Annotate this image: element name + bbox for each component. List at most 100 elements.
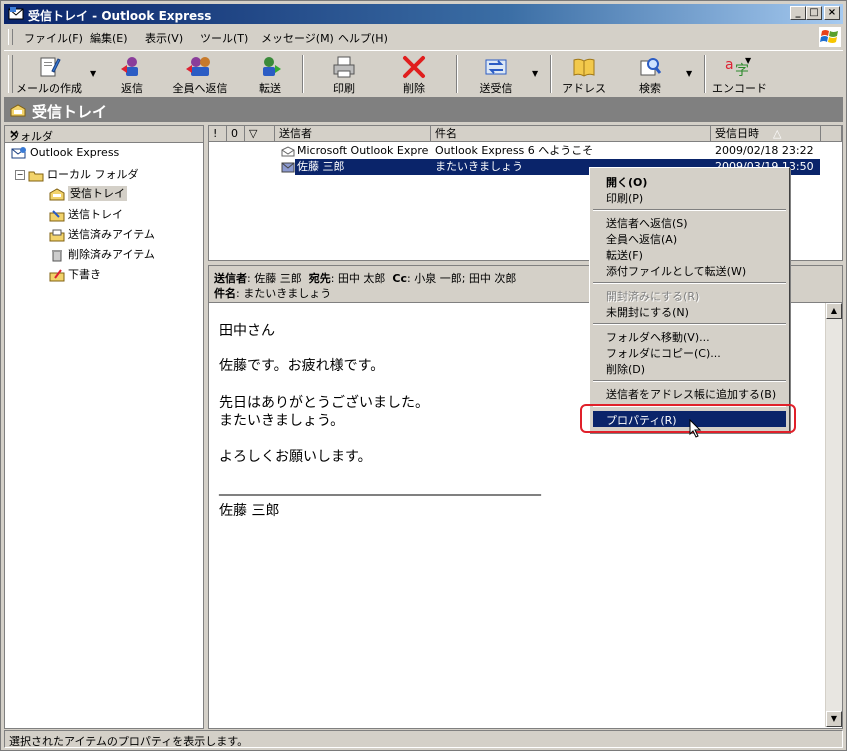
to-value: 田中 太郎 — [337, 272, 386, 285]
unread-envelope-icon — [281, 162, 295, 173]
ctx-separator — [593, 282, 786, 284]
compose-dropdown-icon[interactable]: ▼ — [90, 69, 96, 78]
reply-all-button[interactable]: 全員へ返信 — [168, 53, 232, 95]
status-text: 選択されたアイテムのプロパティを表示します。 — [9, 735, 249, 748]
encoding-button[interactable]: a 字 ▼ エンコード — [712, 53, 767, 95]
tree-label: 送信トレイ — [68, 208, 123, 221]
local-folders-icon — [28, 171, 44, 182]
ctx-mark-read[interactable]: 開封済みにする(R) — [606, 288, 699, 304]
column-from[interactable]: 送信者 — [275, 126, 431, 142]
print-button[interactable]: 印刷 — [324, 53, 364, 95]
folder-title: 受信トレイ — [32, 103, 108, 121]
forward-button[interactable]: 転送 — [250, 53, 290, 95]
row-received: 2009/02/18 23:22 — [715, 144, 814, 157]
cc-value: 小泉 一郎; 田中 次郎 — [414, 272, 517, 285]
tree-label: 削除済みアイテム — [68, 248, 155, 261]
column-attachment[interactable]: 0 — [227, 126, 245, 142]
outlook-express-icon — [11, 147, 26, 159]
body-signature-rule: ________________________________________… — [219, 480, 541, 496]
tree-outlook-express[interactable]: Outlook Express — [11, 146, 119, 160]
status-bar: 選択されたアイテムのプロパティを表示します。 — [4, 730, 843, 748]
encoding-label: エンコード — [712, 82, 767, 95]
table-row[interactable]: Microsoft Outlook Expre... Outlook Expre… — [209, 143, 842, 159]
subject-value: またいきましょう — [243, 287, 332, 300]
column-priority[interactable]: ! — [209, 126, 227, 142]
menu-file[interactable]: ファイル(F) — [24, 30, 83, 46]
find-dropdown-icon[interactable]: ▼ — [686, 69, 692, 78]
menu-message[interactable]: メッセージ(M) — [261, 30, 334, 46]
body-line: 佐藤 三郎 — [219, 503, 280, 519]
tree-inbox[interactable]: 受信トレイ — [49, 185, 127, 201]
menu-view[interactable]: 表示(V) — [145, 30, 183, 46]
from-value: 佐藤 三郎 — [254, 272, 302, 285]
menu-grip[interactable] — [8, 29, 13, 45]
scroll-up-icon[interactable]: ▲ — [826, 303, 842, 319]
ctx-reply-sender[interactable]: 送信者へ返信(S) — [606, 215, 688, 231]
tree-deleted-items[interactable]: 削除済みアイテム — [49, 246, 155, 262]
context-menu: 開く(O) 印刷(P) 送信者へ返信(S) 全員へ返信(A) 転送(F) 添付フ… — [589, 167, 790, 433]
row-from: Microsoft Outlook Expre... — [297, 144, 429, 157]
column-flag[interactable]: ▽ — [245, 126, 275, 142]
cc-label: Cc — [392, 272, 407, 285]
tree-local-folders[interactable]: − ローカル フォルダ — [15, 166, 139, 182]
address-book-icon — [573, 58, 595, 77]
menu-tools[interactable]: ツール(T) — [200, 30, 248, 46]
reply-button[interactable]: 返信 — [112, 53, 152, 95]
tree-sent-items[interactable]: 送信済みアイテム — [49, 226, 155, 242]
print-label: 印刷 — [333, 82, 355, 95]
column-received[interactable]: 受信日時 △ — [711, 126, 821, 142]
toolbar-grip[interactable] — [8, 55, 13, 93]
window-title: 受信トレイ - Outlook Express — [28, 9, 212, 23]
row-subject: Outlook Express 6 へようこそ — [435, 144, 594, 157]
send-receive-label: 送受信 — [479, 82, 513, 95]
body-line: 佐藤です。お疲れ様です。 — [219, 358, 385, 374]
body-line: 田中さん — [219, 323, 275, 339]
scroll-down-icon[interactable]: ▼ — [826, 711, 842, 727]
row-from: 佐藤 三郎 — [297, 160, 345, 173]
ctx-delete[interactable]: 削除(D) — [606, 361, 645, 377]
mouse-cursor-icon — [689, 419, 702, 438]
ctx-separator — [593, 380, 786, 382]
title-bar[interactable]: 受信トレイ - Outlook Express _ □ × — [4, 4, 843, 24]
inbox-folder-icon — [49, 188, 65, 201]
column-subject[interactable]: 件名 — [431, 126, 711, 142]
toolbar-separator — [550, 55, 552, 93]
delete-label: 削除 — [403, 82, 425, 95]
from-label: 送信者 — [214, 272, 247, 285]
toolbar-separator — [704, 55, 706, 93]
send-receive-button[interactable]: 送受信 — [468, 53, 524, 95]
ctx-copy-to-folder[interactable]: フォルダにコピー(C)... — [606, 345, 721, 361]
folder-pane: フォルダ × Outlook Express − ローカル フォルダ 受信トレイ … — [4, 125, 204, 729]
menu-edit[interactable]: 編集(E) — [90, 30, 128, 46]
folder-pane-close-icon[interactable]: × — [9, 127, 197, 141]
tree-label: 下書き — [68, 268, 101, 281]
ctx-add-sender[interactable]: 送信者をアドレス帳に追加する(B) — [606, 386, 776, 402]
ctx-print[interactable]: 印刷(P) — [606, 190, 643, 206]
column-received-label: 受信日時 — [715, 127, 759, 140]
preview-scrollbar[interactable]: ▲ ▼ — [825, 303, 842, 727]
ctx-move-to-folder[interactable]: フォルダへ移動(V)... — [606, 329, 710, 345]
tree-drafts[interactable]: 下書き — [49, 266, 101, 282]
close-button[interactable]: × — [824, 6, 840, 20]
menu-help[interactable]: ヘルプ(H) — [338, 30, 388, 46]
send-receive-dropdown-icon[interactable]: ▼ — [532, 69, 538, 78]
addresses-button[interactable]: アドレス — [560, 53, 608, 95]
ctx-forward-attachment[interactable]: 添付ファイルとして転送(W) — [606, 263, 746, 279]
maximize-button[interactable]: □ — [806, 6, 822, 20]
collapse-minus-icon[interactable]: − — [15, 170, 25, 180]
tree-outbox[interactable]: 送信トレイ — [49, 206, 123, 222]
delete-button[interactable]: 削除 — [394, 53, 434, 95]
ctx-mark-unread[interactable]: 未開封にする(N) — [606, 304, 689, 320]
folder-title-bar: 受信トレイ — [4, 98, 843, 122]
sent-items-folder-icon — [49, 229, 65, 242]
ctx-reply-all[interactable]: 全員へ返信(A) — [606, 231, 677, 247]
compose-label: メールの作成 — [16, 82, 82, 95]
minimize-button[interactable]: _ — [790, 6, 806, 20]
outbox-folder-icon — [49, 210, 65, 222]
ctx-open[interactable]: 開く(O) — [606, 174, 647, 190]
compose-button[interactable]: メールの作成 — [16, 53, 82, 95]
ctx-forward[interactable]: 転送(F) — [606, 247, 643, 263]
preview-subject-line: 件名: またいきましょう — [214, 287, 332, 300]
find-button[interactable]: 検索 — [630, 53, 670, 95]
ctx-separator — [593, 323, 786, 325]
